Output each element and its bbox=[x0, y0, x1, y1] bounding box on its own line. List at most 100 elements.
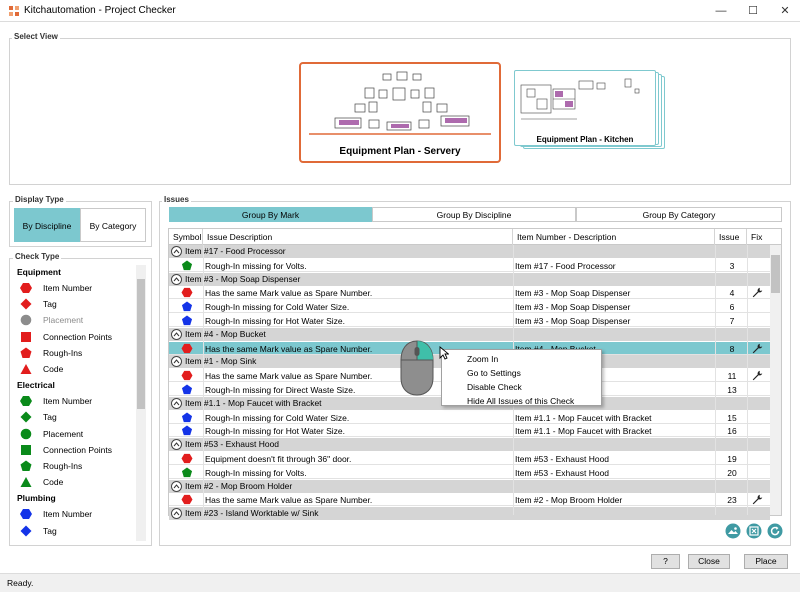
group-row[interactable]: Item #23 - Island Worktable w/ Sink bbox=[169, 507, 770, 521]
issue-row[interactable]: Rough-In missing for Cold Water Size. Ite… bbox=[169, 411, 770, 424]
minimize-button[interactable]: — bbox=[706, 0, 736, 22]
tab-group-by-category[interactable]: Group By Category bbox=[576, 207, 782, 222]
hexagon-symbol-icon bbox=[181, 343, 193, 354]
issue-number: 6 bbox=[729, 302, 735, 313]
diamond-symbol-icon bbox=[20, 411, 32, 423]
wrench-icon[interactable] bbox=[752, 370, 763, 381]
mouse-cursor-icon bbox=[439, 346, 449, 360]
issue-row[interactable]: Rough-In missing for Hot Water Size. Item… bbox=[169, 424, 770, 438]
pentagon-symbol-icon bbox=[181, 412, 193, 423]
maximize-button[interactable]: ☐ bbox=[738, 0, 768, 22]
tab-group-by-mark[interactable]: Group By Mark bbox=[169, 207, 372, 222]
col-symbol[interactable]: Symbol bbox=[169, 229, 203, 245]
pentagon-symbol-icon bbox=[181, 384, 193, 395]
group-title: Item #53 - Exhaust Hood bbox=[185, 439, 280, 450]
issue-description: Equipment doesn't fit through 36" door. bbox=[205, 454, 352, 464]
check-type-item[interactable]: Tag bbox=[43, 412, 57, 422]
context-menu-hide-all-issues[interactable]: Hide All Issues of this Check bbox=[467, 396, 574, 406]
issue-number: 3 bbox=[729, 260, 735, 271]
chevron-up-icon bbox=[173, 483, 180, 488]
check-type-item[interactable]: Placement bbox=[43, 429, 83, 439]
chevron-up-icon bbox=[173, 442, 180, 447]
group-row[interactable]: Item #4 - Mop Bucket bbox=[169, 327, 770, 341]
check-type-section-equipment: Equipment bbox=[17, 267, 61, 277]
tab-group-by-discipline[interactable]: Group By Discipline bbox=[372, 207, 576, 222]
group-row[interactable]: Item #17 - Food Processor bbox=[169, 245, 770, 258]
chevron-up-icon bbox=[173, 332, 180, 337]
group-title: Item #1.1 - Mop Faucet with Bracket bbox=[185, 397, 322, 408]
context-menu-zoom-in[interactable]: Zoom In bbox=[467, 354, 498, 364]
display-by-category-button[interactable]: By Category bbox=[80, 208, 146, 242]
wrench-icon[interactable] bbox=[752, 287, 763, 298]
check-type-item[interactable]: Rough-Ins bbox=[43, 348, 82, 358]
refresh-icon[interactable] bbox=[767, 523, 783, 539]
col-fix[interactable]: Fix bbox=[747, 229, 770, 245]
hexagon-symbol-icon bbox=[181, 494, 193, 505]
view-card-kitchen[interactable]: Equipment Plan - Kitchen bbox=[514, 70, 656, 146]
group-title: Item #1 - Mop Sink bbox=[185, 356, 257, 367]
view-card-servery[interactable]: Equipment Plan - Servery bbox=[299, 62, 501, 163]
col-issue-number[interactable]: Issue # bbox=[715, 229, 747, 258]
issue-row[interactable]: Rough-In missing for Volts. Item #17 - Fo… bbox=[169, 259, 770, 272]
issue-row[interactable]: Rough-In missing for Cold Water Size. Ite… bbox=[169, 300, 770, 314]
col-issue-description[interactable]: Issue Description bbox=[203, 229, 513, 245]
issue-row[interactable]: Has the same Mark value as Spare Number.… bbox=[169, 286, 770, 300]
issue-number: 7 bbox=[729, 316, 735, 326]
issue-item-number: Item #53 - Exhaust Hood bbox=[515, 467, 610, 478]
issue-item-number: Item #3 - Mop Soap Dispenser bbox=[515, 302, 631, 313]
check-type-item[interactable]: Connection Points bbox=[43, 332, 112, 342]
issue-number: 16 bbox=[727, 426, 737, 437]
check-type-item[interactable]: Connection Points bbox=[43, 445, 112, 455]
check-type-item[interactable]: Item Number bbox=[43, 396, 92, 406]
chevron-up-icon bbox=[173, 359, 180, 364]
check-type-item[interactable]: Tag bbox=[43, 299, 57, 309]
issue-description: Rough-In missing for Cold Water Size. bbox=[205, 412, 350, 423]
pentagon-symbol-icon bbox=[181, 315, 193, 326]
hexagon-symbol-icon bbox=[181, 453, 193, 464]
export-excel-icon[interactable] bbox=[746, 523, 762, 539]
issue-row[interactable]: Rough-In missing for Volts. Item #53 - Ex… bbox=[169, 466, 770, 479]
view-card-servery-label: Equipment Plan - Servery bbox=[339, 146, 461, 157]
issue-row[interactable]: Equipment doesn't fit through 36" door. I… bbox=[169, 452, 770, 465]
display-by-discipline-button[interactable]: By Discipline bbox=[14, 208, 80, 242]
issues-scrollbar[interactable] bbox=[770, 245, 781, 515]
issue-row[interactable]: Has the same Mark value as Spare Number.… bbox=[169, 493, 770, 507]
check-type-scroll-thumb[interactable] bbox=[137, 279, 145, 409]
select-view-label: Select View bbox=[12, 32, 60, 41]
check-type-item[interactable]: Code bbox=[43, 477, 63, 487]
issue-item-number: Item #1.1 - Mop Faucet with Bracket bbox=[515, 426, 652, 437]
chevron-up-icon bbox=[173, 249, 180, 254]
image-view-icon[interactable] bbox=[725, 523, 741, 539]
context-menu-go-to-settings[interactable]: Go to Settings bbox=[467, 368, 521, 378]
issues-scroll-thumb[interactable] bbox=[771, 255, 780, 293]
issue-item-number: Item #17 - Food Processor bbox=[515, 260, 616, 271]
check-type-section-electrical: Electrical bbox=[17, 380, 55, 391]
check-type-item[interactable]: Item Number bbox=[43, 283, 92, 293]
close-window-button[interactable]: ✕ bbox=[770, 0, 800, 22]
pentagon-symbol-icon bbox=[20, 347, 32, 359]
pentagon-symbol-icon bbox=[181, 467, 193, 478]
check-type-item[interactable]: Placement bbox=[43, 315, 83, 325]
place-button[interactable]: Place bbox=[744, 554, 788, 569]
check-type-item[interactable]: Tag bbox=[43, 526, 57, 536]
check-type-item[interactable]: Code bbox=[43, 364, 63, 374]
column-divider bbox=[747, 245, 748, 515]
wrench-icon[interactable] bbox=[752, 343, 763, 354]
check-type-label: Check Type bbox=[13, 252, 62, 261]
group-row[interactable]: Item #3 - Mop Soap Dispenser bbox=[169, 272, 770, 286]
square-symbol-icon bbox=[20, 331, 32, 343]
close-button[interactable]: Close bbox=[688, 554, 730, 569]
col-item-number[interactable]: Item Number - Description bbox=[513, 229, 715, 245]
group-row[interactable]: Item #2 - Mop Broom Holder bbox=[169, 479, 770, 493]
column-divider bbox=[715, 245, 716, 515]
issue-row[interactable]: Rough-In missing for Hot Water Size. Item… bbox=[169, 314, 770, 327]
group-row[interactable]: Item #53 - Exhaust Hood bbox=[169, 438, 770, 452]
chevron-up-icon bbox=[173, 401, 180, 406]
context-menu-disable-check[interactable]: Disable Check bbox=[467, 382, 522, 392]
help-button[interactable]: ? bbox=[651, 554, 680, 569]
wrench-icon[interactable] bbox=[752, 494, 763, 505]
check-type-item[interactable]: Rough-Ins bbox=[43, 461, 82, 471]
check-type-item[interactable]: Item Number bbox=[43, 509, 92, 519]
issue-number: 23 bbox=[727, 495, 737, 506]
check-type-scrollbar[interactable] bbox=[136, 265, 146, 541]
